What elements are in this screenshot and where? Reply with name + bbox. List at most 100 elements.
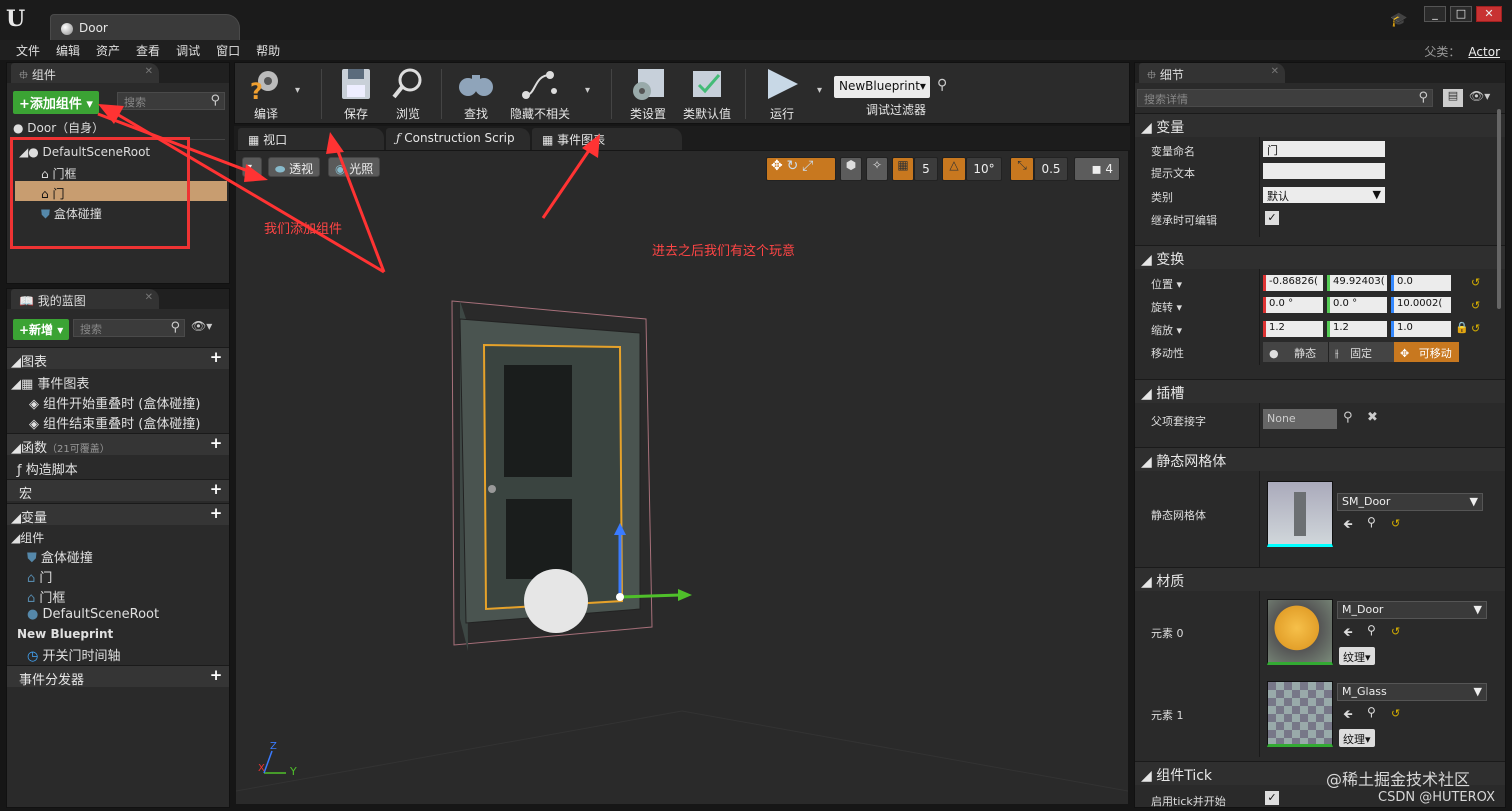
component-var-box[interactable]: ⛊ 盒体碰撞 (27, 545, 93, 566)
components-search-input[interactable]: 搜索 ⚲ (117, 92, 225, 110)
compile-dropdown-icon[interactable]: ▾ (295, 85, 300, 96)
element0-thumbnail[interactable] (1267, 599, 1333, 665)
menu-asset[interactable]: 资产 (88, 40, 128, 60)
save-button[interactable]: 保存 (333, 67, 379, 122)
event-graph-item[interactable]: ◢▦ 事件图表 (11, 371, 89, 392)
browse-search-icon[interactable]: ⚲ (1367, 623, 1376, 637)
reset-arrow-icon[interactable]: ↺ (1391, 625, 1400, 638)
rotation-x-input[interactable]: 0.0 ° (1263, 297, 1323, 313)
editable-checkbox[interactable]: ✓ (1265, 211, 1279, 225)
scale-y-input[interactable]: 1.2 (1327, 321, 1387, 337)
mobility-movable[interactable]: ✥ 可移动 (1394, 342, 1459, 362)
tab-event-graph[interactable]: ▦ 事件图表 (532, 128, 682, 150)
class-defaults-button[interactable]: 类默认值 (679, 67, 735, 122)
element0-select[interactable]: M_Door ▼ (1337, 601, 1487, 619)
rotation-y-input[interactable]: 0.0 ° (1327, 297, 1387, 313)
tooltip-input[interactable] (1263, 163, 1385, 179)
tab-close-icon[interactable]: ✕ (1271, 66, 1279, 77)
reset-arrow-icon[interactable]: ↺ (1471, 276, 1480, 289)
browse-search-icon[interactable]: ⚲ (1367, 705, 1376, 719)
add-variable-button[interactable]: + (209, 506, 223, 521)
static-mesh-select[interactable]: SM_Door ▼ (1337, 493, 1483, 511)
class-settings-button[interactable]: 类设置 (623, 67, 673, 122)
tab-close-icon[interactable]: ✕ (145, 66, 153, 77)
menu-debug[interactable]: 调试 (168, 40, 208, 60)
document-tab[interactable]: Door (50, 14, 240, 40)
variable-section[interactable]: ◢ 变量 (1135, 113, 1505, 137)
hide-unrelated-button[interactable]: 隐藏不相关 (505, 67, 575, 122)
reset-arrow-icon[interactable]: ↺ (1391, 707, 1400, 720)
tab-viewport[interactable]: ▦ 视口 (238, 128, 384, 150)
components-subheader[interactable]: ◢组件 (11, 527, 44, 547)
self-row[interactable]: ● Door（自身） (13, 117, 104, 137)
location-y-input[interactable]: 49.92403( (1327, 275, 1387, 291)
scale-label[interactable]: 缩放 ▾ (1151, 322, 1182, 338)
add-dispatcher-button[interactable]: + (209, 668, 223, 683)
scale-x-input[interactable]: 1.2 (1263, 321, 1323, 337)
details-search-input[interactable]: 搜索详情 ⚲ (1137, 89, 1433, 107)
scale-z-input[interactable]: 1.0 (1391, 321, 1451, 337)
reset-arrow-icon[interactable]: ↺ (1391, 517, 1400, 530)
gizmo-y-axis[interactable] (619, 593, 681, 599)
sockets-section[interactable]: ◢ 插槽 (1135, 379, 1505, 403)
static-mesh-thumbnail[interactable] (1267, 481, 1333, 547)
tab-construction-script[interactable]: ƒ Construction Scrip (386, 128, 530, 150)
reset-arrow-icon[interactable]: ↺ (1471, 322, 1480, 335)
category-select[interactable]: 默认 ▼ (1263, 187, 1385, 203)
parent-socket-input[interactable]: None (1263, 409, 1337, 429)
event-item-end-overlap[interactable]: ◈ 组件结束重叠时 (盒体碰撞) (29, 411, 200, 432)
find-button[interactable]: 查找 (453, 67, 499, 122)
add-graph-button[interactable]: + (209, 350, 223, 365)
mobility-stationary[interactable]: ⫲ 固定 (1328, 342, 1394, 362)
new-button[interactable]: +新增 ▾ (13, 319, 70, 340)
my-blueprint-tab[interactable]: 📖 我的蓝图 ✕ (11, 289, 159, 309)
eye-icon[interactable]: 👁▾ (191, 319, 212, 333)
close-button[interactable]: ✕ (1476, 6, 1502, 22)
static-mesh-section[interactable]: ◢ 静态网格体 (1135, 447, 1505, 471)
use-selected-arrow-icon[interactable]: 🡸 (1343, 623, 1353, 644)
variables-section[interactable]: ◢变量 + (7, 503, 229, 526)
add-macro-button[interactable]: + (209, 482, 223, 497)
element1-select[interactable]: M_Glass ▼ (1337, 683, 1487, 701)
element0-texture-button[interactable]: 纹理▾ (1339, 647, 1375, 665)
add-component-button[interactable]: +添加组件 ▾ (13, 91, 99, 114)
construction-script-item[interactable]: ƒ 构造脚本 (17, 457, 78, 478)
menu-help[interactable]: 帮助 (248, 40, 288, 60)
rotation-z-input[interactable]: 10.0002( (1391, 297, 1451, 313)
component-var-frame[interactable]: ⌂ 门框 (27, 585, 65, 606)
minimize-button[interactable]: _ (1424, 6, 1446, 22)
parent-class-link[interactable]: Actor (1468, 45, 1500, 59)
compile-button[interactable]: ? 编译 (243, 67, 289, 122)
property-matrix-icon[interactable]: ▤ (1443, 89, 1463, 107)
components-tab[interactable]: ⯐ 组件 ✕ (11, 63, 159, 83)
event-item-begin-overlap[interactable]: ◈ 组件开始重叠时 (盒体碰撞) (29, 391, 200, 412)
location-z-input[interactable]: 0.0 (1391, 275, 1451, 291)
new-blueprint-subheader[interactable]: New Blueprint (17, 625, 113, 645)
var-name-input[interactable]: 门 (1263, 141, 1385, 157)
eye-icon[interactable]: 👁▾ (1469, 89, 1490, 103)
component-var-door[interactable]: ⌂ 门 (27, 565, 52, 586)
use-selected-arrow-icon[interactable]: 🡸 (1343, 705, 1353, 726)
element1-thumbnail[interactable] (1267, 681, 1333, 747)
timeline-item[interactable]: ◷ 开关门时间轴 (27, 643, 121, 664)
location-x-input[interactable]: -0.86826( (1263, 275, 1323, 291)
rotation-label[interactable]: 旋转 ▾ (1151, 299, 1182, 315)
run-button[interactable]: 运行 (759, 67, 805, 122)
tick-start-checkbox[interactable]: ✓ (1265, 791, 1279, 805)
macros-section[interactable]: 宏 + (7, 479, 229, 502)
hide-unrelated-dropdown-icon[interactable]: ▾ (585, 85, 590, 96)
viewport[interactable]: ▾ ⬬ 透视 ◉ 光照 ✥ ↻ ⤢ ⬢ ✧ ▦ 5 △ 10° ⤡ 0.5 ◼ … (236, 151, 1128, 804)
materials-section[interactable]: ◢ 材质 (1135, 567, 1505, 591)
lock-icon[interactable]: 🔒 (1455, 321, 1469, 334)
tab-close-icon[interactable]: ✕ (145, 292, 153, 303)
dispatchers-section[interactable]: 事件分发器 + (7, 665, 229, 688)
browse-button[interactable]: 浏览 (385, 67, 431, 122)
menu-file[interactable]: 文件 (8, 40, 48, 60)
browse-search-icon[interactable]: ⚲ (1367, 515, 1376, 529)
use-selected-arrow-icon[interactable]: 🡸 (1343, 515, 1353, 536)
functions-section[interactable]: ◢函数（21可覆盖） + (7, 433, 229, 456)
my-blueprint-search-input[interactable]: 搜索 ⚲ (73, 319, 185, 337)
element1-texture-button[interactable]: 纹理▾ (1339, 729, 1375, 747)
menu-edit[interactable]: 编辑 (48, 40, 88, 60)
details-tab[interactable]: ⯐ 细节 ✕ (1139, 63, 1285, 83)
